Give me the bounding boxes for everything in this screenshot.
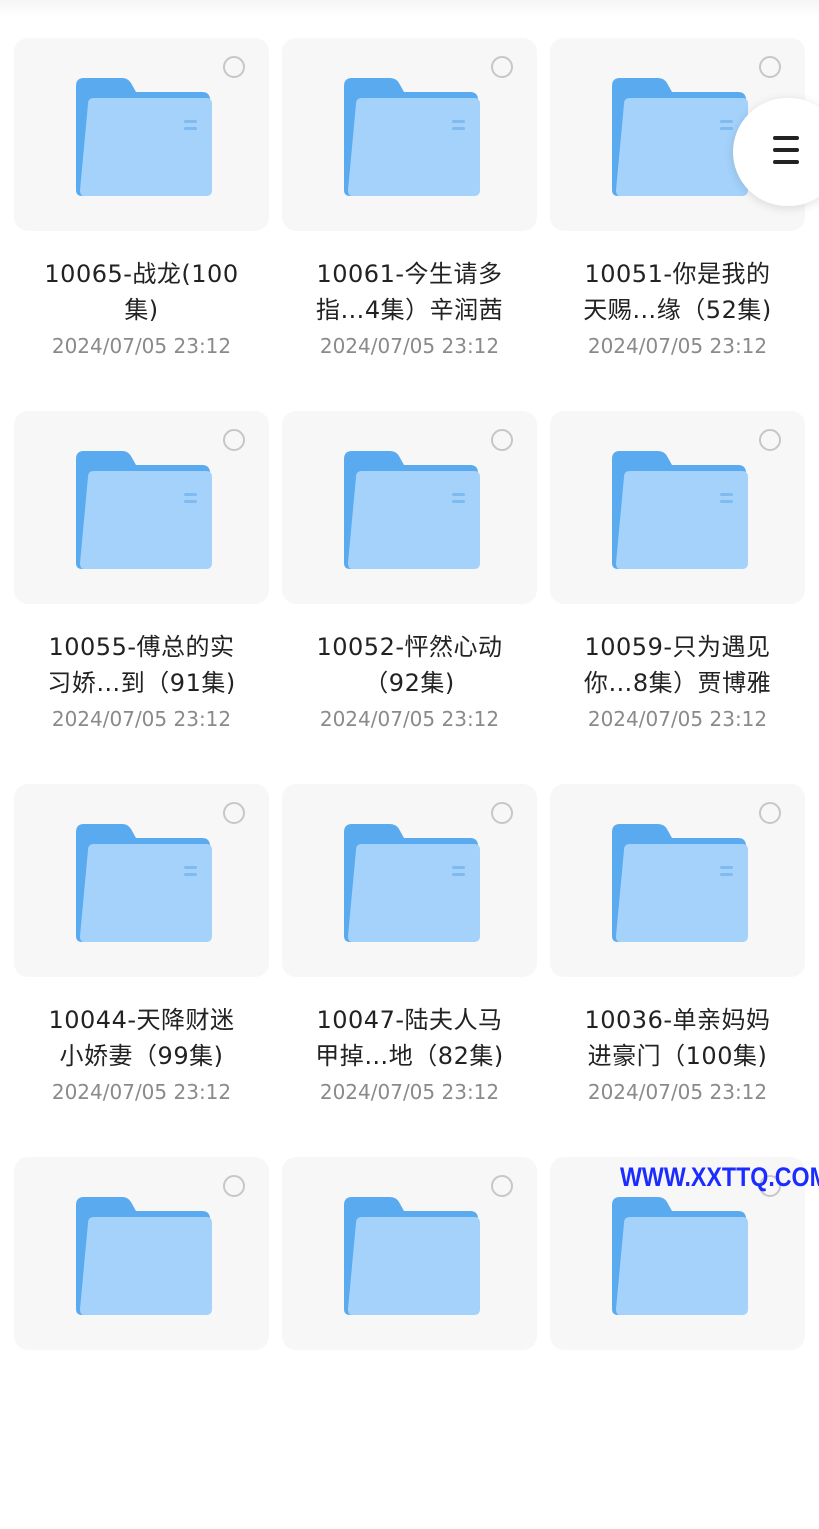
file-card[interactable]: 10055-傅总的实 习娇…到（91集) 2024/07/05 23:12: [14, 411, 269, 783]
file-thumbnail[interactable]: [14, 1157, 269, 1350]
folder-icon: [344, 78, 480, 196]
file-date: 2024/07/05 23:12: [51, 707, 232, 731]
file-title: 10047-陆夫人马 甲掉…地（82集): [282, 1002, 537, 1074]
select-circle-icon[interactable]: [223, 56, 245, 78]
select-circle-icon[interactable]: [491, 1175, 513, 1197]
file-card[interactable]: [550, 1157, 805, 1529]
file-title: 10036-单亲妈妈 进豪门（100集): [550, 1002, 805, 1074]
folder-icon: [612, 1197, 748, 1315]
folder-icon: [76, 78, 212, 196]
file-card[interactable]: 10051-你是我的 天赐…缘（52集) 2024/07/05 23:12: [550, 38, 805, 410]
file-title-line2: （92集): [364, 669, 455, 697]
file-title-line1: 10051-你是我的: [584, 260, 771, 288]
file-title-line2: 甲掉…地（82集): [315, 1042, 504, 1070]
file-title-line1: 10036-单亲妈妈: [584, 1006, 771, 1034]
file-thumbnail[interactable]: [550, 784, 805, 977]
file-title-line1: 10047-陆夫人马: [316, 1006, 503, 1034]
file-title-line2: 你…8集）贾博雅: [583, 669, 772, 697]
file-grid: 10065-战龙(100 集) 2024/07/05 23:12 10061-今…: [0, 0, 819, 1350]
file-title-line2: 指…4集）辛润茜: [315, 296, 504, 324]
file-date: 2024/07/05 23:12: [319, 334, 500, 358]
file-date: 2024/07/05 23:12: [587, 334, 768, 358]
file-title: 10059-只为遇见 你…8集）贾博雅: [550, 629, 805, 701]
folder-icon: [344, 1197, 480, 1315]
select-circle-icon[interactable]: [759, 429, 781, 451]
folder-icon: [76, 451, 212, 569]
file-card[interactable]: 10061-今生请多 指…4集）辛润茜 2024/07/05 23:12: [282, 38, 537, 410]
file-card[interactable]: [282, 1157, 537, 1529]
folder-icon: [76, 1197, 212, 1315]
file-card[interactable]: 10065-战龙(100 集) 2024/07/05 23:12: [14, 38, 269, 410]
file-title: 10051-你是我的 天赐…缘（52集): [550, 256, 805, 328]
file-card[interactable]: 10059-只为遇见 你…8集）贾博雅 2024/07/05 23:12: [550, 411, 805, 783]
file-title-line2: 习娇…到（91集): [47, 669, 236, 697]
file-thumbnail[interactable]: [550, 411, 805, 604]
file-title-line2: 集): [124, 296, 159, 324]
file-title-line1: 10061-今生请多: [316, 260, 503, 288]
select-circle-icon[interactable]: [223, 802, 245, 824]
select-circle-icon[interactable]: [223, 1175, 245, 1197]
file-title: 10061-今生请多 指…4集）辛润茜: [282, 256, 537, 328]
file-title-line1: 10052-怦然心动: [316, 633, 503, 661]
file-date: 2024/07/05 23:12: [587, 1080, 768, 1104]
file-thumbnail[interactable]: [282, 784, 537, 977]
file-title-line2: 天赐…缘（52集): [583, 296, 772, 324]
file-title-line1: 10059-只为遇见: [584, 633, 771, 661]
file-thumbnail[interactable]: [14, 38, 269, 231]
file-title: 10055-傅总的实 习娇…到（91集): [14, 629, 269, 701]
file-title-line1: 10055-傅总的实: [48, 633, 235, 661]
watermark-text: WWW.XXTTQ.COM: [620, 1162, 819, 1192]
file-title: 10052-怦然心动 （92集): [282, 629, 537, 701]
file-card[interactable]: 10036-单亲妈妈 进豪门（100集) 2024/07/05 23:12: [550, 784, 805, 1156]
file-date: 2024/07/05 23:12: [51, 1080, 232, 1104]
select-circle-icon[interactable]: [491, 429, 513, 451]
file-card[interactable]: 10052-怦然心动 （92集) 2024/07/05 23:12: [282, 411, 537, 783]
file-title: 10044-天降财迷 小娇妻（99集): [14, 1002, 269, 1074]
select-circle-icon[interactable]: [759, 802, 781, 824]
select-circle-icon[interactable]: [491, 802, 513, 824]
file-card[interactable]: 10047-陆夫人马 甲掉…地（82集) 2024/07/05 23:12: [282, 784, 537, 1156]
file-thumbnail[interactable]: [282, 411, 537, 604]
folder-icon: [344, 451, 480, 569]
folder-icon: [612, 78, 748, 196]
file-date: 2024/07/05 23:12: [319, 707, 500, 731]
file-title: 10065-战龙(100 集): [14, 256, 269, 328]
file-date: 2024/07/05 23:12: [51, 334, 232, 358]
folder-icon: [612, 824, 748, 942]
file-thumbnail[interactable]: [14, 784, 269, 977]
file-title-line1: 10044-天降财迷: [48, 1006, 235, 1034]
select-circle-icon[interactable]: [759, 56, 781, 78]
folder-icon: [344, 824, 480, 942]
file-thumbnail[interactable]: [282, 1157, 537, 1350]
file-thumbnail[interactable]: [282, 38, 537, 231]
file-date: 2024/07/05 23:12: [587, 707, 768, 731]
folder-icon: [612, 451, 748, 569]
folder-icon: [76, 824, 212, 942]
file-date: 2024/07/05 23:12: [319, 1080, 500, 1104]
file-title-line1: 10065-战龙(100: [44, 260, 239, 288]
select-circle-icon[interactable]: [223, 429, 245, 451]
file-thumbnail[interactable]: [14, 411, 269, 604]
file-title-line2: 小娇妻（99集): [59, 1042, 224, 1070]
file-title-line2: 进豪门（100集): [587, 1042, 768, 1070]
file-card[interactable]: [14, 1157, 269, 1529]
file-card[interactable]: 10044-天降财迷 小娇妻（99集) 2024/07/05 23:12: [14, 784, 269, 1156]
select-circle-icon[interactable]: [491, 56, 513, 78]
